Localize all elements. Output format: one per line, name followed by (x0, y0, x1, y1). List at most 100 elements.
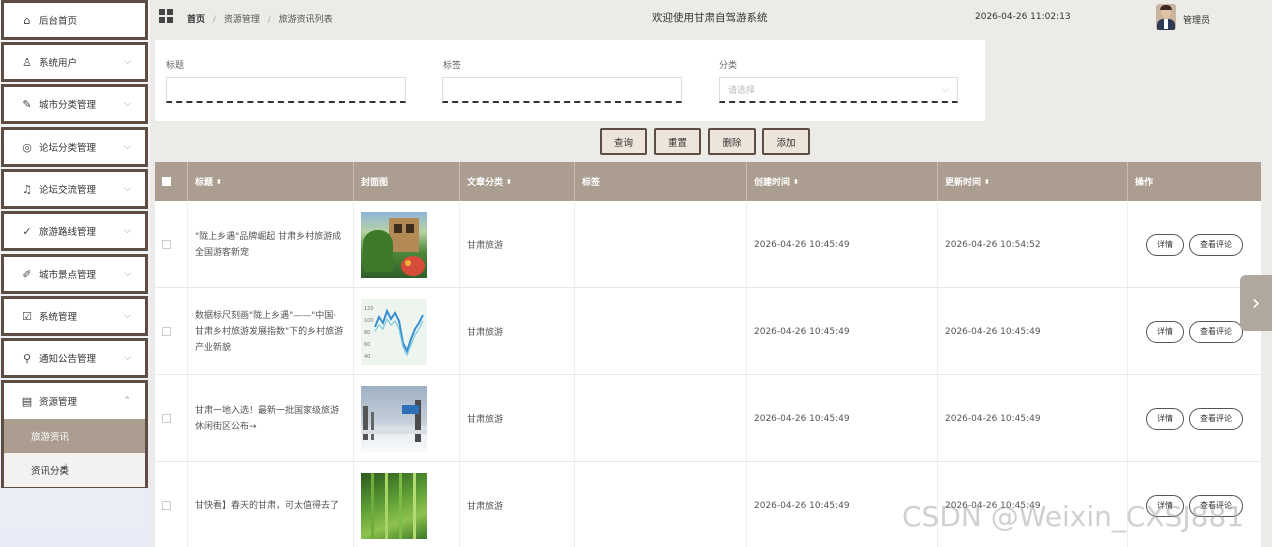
svg-text:120: 120 (364, 306, 374, 312)
sidebar-item-label: 旅游路线管理 (39, 227, 97, 238)
view-comments-button[interactable]: 查看评论 (1189, 407, 1243, 430)
row-checkbox[interactable] (162, 501, 171, 510)
menu-grid-icon[interactable] (159, 9, 173, 23)
hand-cursor-icon: ☝ (60, 462, 68, 477)
row-select-cell (155, 288, 188, 375)
column-created[interactable]: 创建时间 ⬍ (747, 162, 938, 201)
column-title[interactable]: 标题 ⬍ (188, 162, 354, 201)
title-input[interactable] (166, 77, 406, 103)
home-icon: ⌂ (23, 13, 31, 27)
breadcrumb-separator: / (267, 15, 271, 25)
column-category[interactable]: 文章分类 ⬍ (460, 162, 575, 201)
sidebar-item-resources[interactable]: ▤ 资源管理 ⌃ (4, 383, 145, 419)
row-select-cell (155, 201, 188, 288)
row-category: 甘肃旅游 (460, 375, 575, 462)
title-label: 标题 (166, 61, 185, 71)
detail-button[interactable]: 详情 (1146, 407, 1184, 430)
sidebar-item-routes[interactable]: ✓ 旅游路线管理 ⌵ (1, 211, 148, 251)
forum-icon: ◎ (22, 140, 32, 154)
row-checkbox[interactable] (162, 240, 171, 249)
chevron-down-icon: ⌵ (124, 353, 131, 363)
breadcrumb-separator: / (212, 15, 216, 25)
chevron-down-icon: ⌵ (124, 311, 131, 321)
row-cover: 120 100 80 60 40 (354, 288, 460, 375)
category-select[interactable]: 请选择 ⌵ (719, 77, 958, 103)
add-button[interactable]: 添加 (762, 128, 810, 155)
table-header: 标题 ⬍ 封面图 文章分类 ⬍ 标签 创建时间 ⬍ 更新时间 ⬍ 操作 (155, 162, 1261, 201)
breadcrumb-current: 旅游资讯列表 (278, 15, 333, 25)
sidebar-item-city-category[interactable]: ✎ 城市分类管理 ⌵ (1, 84, 148, 124)
row-cover (354, 375, 460, 462)
query-button[interactable]: 查询 (600, 128, 647, 155)
row-tags (575, 288, 747, 375)
table-row: 甘肃一地入选！最新一批国家级旅游休闲街区公布→ 甘肃旅游 2026-04-26 … (155, 375, 1261, 462)
edit-icon: ✎ (22, 97, 32, 111)
sort-icon[interactable]: ⬍ (216, 178, 222, 186)
sidebar-item-label: 系统用户 (39, 58, 78, 69)
sidebar-item-label: 资源管理 (39, 397, 78, 408)
chevron-down-icon: ⌵ (124, 269, 131, 279)
sidebar-item-label: 系统管理 (39, 312, 78, 323)
row-checkbox[interactable] (162, 414, 171, 423)
pen-icon: ✐ (22, 267, 32, 281)
user-icon: ♙ (22, 55, 32, 69)
sidebar-item-users[interactable]: ♙ 系统用户 ⌵ (1, 42, 148, 82)
row-updated: 2026-04-26 10:45:49 (938, 288, 1128, 375)
sidebar-item-label: 通知公告管理 (39, 354, 97, 365)
tag-input[interactable] (442, 77, 682, 103)
delete-button[interactable]: 删除 (708, 128, 756, 155)
chevron-down-icon: ⌵ (124, 184, 131, 194)
row-updated: 2026-04-26 10:45:49 (938, 375, 1128, 462)
sidebar-item-scenic[interactable]: ✐ 城市景点管理 ⌵ (1, 254, 148, 294)
column-updated[interactable]: 更新时间 ⬍ (938, 162, 1128, 201)
row-select-cell (155, 462, 188, 547)
breadcrumb: 首页 / 资源管理 / 旅游资讯列表 (187, 12, 333, 25)
detail-button[interactable]: 详情 (1146, 320, 1184, 343)
table-row: "陇上乡遇"品牌崛起 甘肃乡村旅游成全国游客新宠 甘肃旅游 2026-04-26… (155, 201, 1261, 288)
row-checkbox[interactable] (162, 327, 171, 336)
reset-button[interactable]: 重置 (654, 128, 701, 155)
svg-text:60: 60 (364, 342, 370, 348)
row-select-cell (155, 375, 188, 462)
detail-button[interactable]: 详情 (1146, 233, 1184, 256)
sidebar-item-label: 论坛分类管理 (39, 143, 97, 154)
sidebar-subitem-travel-news[interactable]: 旅游资讯 (4, 419, 145, 453)
cover-image-willow (361, 472, 427, 539)
sidebar-item-notices[interactable]: ⚲ 通知公告管理 ⌵ (1, 338, 148, 378)
sidebar-item-label: 城市分类管理 (39, 100, 97, 111)
route-icon: ✓ (22, 224, 32, 238)
view-comments-button[interactable]: 查看评论 (1189, 320, 1243, 343)
cover-image-snow-street (361, 385, 427, 452)
sidebar-group-resources: ▤ 资源管理 ⌃ 旅游资讯 资讯分类 (1, 380, 148, 488)
clip-icon: ⚲ (22, 351, 32, 365)
row-title: 数据标尺刻画"陇上乡遇"——"中国·甘肃乡村旅游发展指数"下的乡村旅游产业新貌 (188, 288, 354, 375)
username[interactable]: 管理员 (1183, 13, 1210, 26)
chevron-right-icon[interactable]: › (1240, 275, 1272, 331)
check-icon: ☑ (22, 309, 32, 323)
welcome-text: 欢迎使用甘肃自驾游系统 (652, 12, 768, 24)
row-updated: 2026-04-26 10:54:52 (938, 201, 1128, 288)
row-category: 甘肃旅游 (460, 288, 575, 375)
breadcrumb-home[interactable]: 首页 (187, 15, 205, 25)
sort-icon[interactable]: ⬍ (984, 178, 990, 186)
select-all-checkbox[interactable] (162, 177, 171, 186)
row-tags (575, 201, 747, 288)
current-datetime: 2026-04-26 11:02:13 (975, 12, 1071, 22)
bell-icon: ♫ (22, 182, 32, 196)
sidebar-subitem-news-category[interactable]: 资讯分类 (4, 453, 145, 487)
chevron-down-icon: ⌵ (124, 142, 131, 152)
search-panel: 标题 标签 分类 请选择 ⌵ (155, 40, 985, 121)
select-all-cell (155, 162, 188, 201)
sort-icon[interactable]: ⬍ (793, 178, 799, 186)
sidebar-item-system[interactable]: ☑ 系统管理 ⌵ (1, 296, 148, 336)
sidebar-item-home[interactable]: ⌂ 后台首页 (1, 0, 148, 40)
sidebar-item-forum-category[interactable]: ◎ 论坛分类管理 ⌵ (1, 127, 148, 167)
view-comments-button[interactable]: 查看评论 (1189, 233, 1243, 256)
sort-icon[interactable]: ⬍ (506, 178, 512, 186)
document-icon: ▤ (21, 394, 33, 408)
category-placeholder: 请选择 (728, 86, 756, 96)
avatar[interactable] (1156, 4, 1176, 30)
row-title: "陇上乡遇"品牌崛起 甘肃乡村旅游成全国游客新宠 (188, 201, 354, 288)
sidebar-item-forum[interactable]: ♫ 论坛交流管理 ⌵ (1, 169, 148, 209)
column-cover: 封面图 (354, 162, 460, 201)
